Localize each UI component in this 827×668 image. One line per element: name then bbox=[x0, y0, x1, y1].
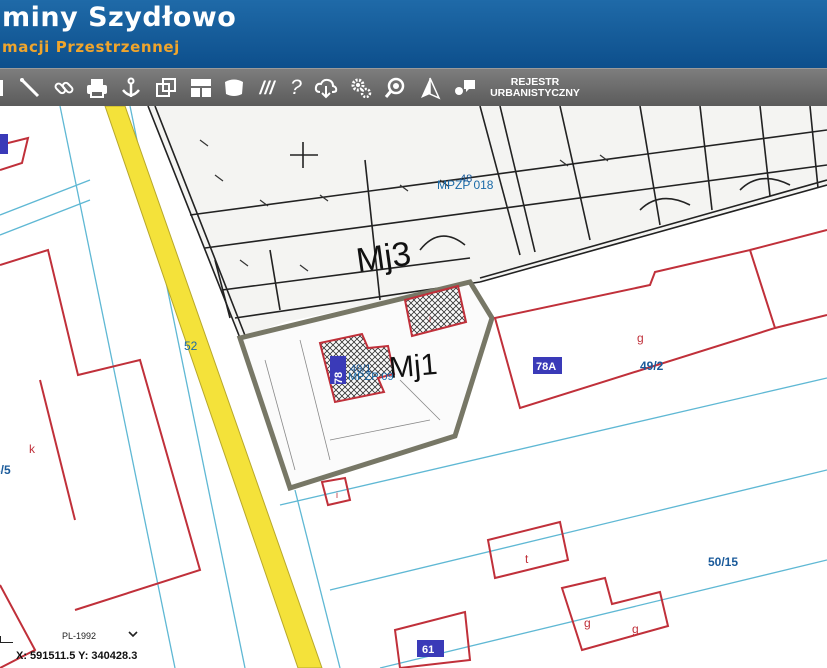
parcel-label-49-2: 49/2 bbox=[640, 359, 664, 373]
measure-line-icon[interactable] bbox=[16, 74, 44, 102]
building-code-k: k bbox=[29, 442, 36, 456]
print-icon[interactable] bbox=[83, 74, 111, 102]
coordinate-readout: X: 591511.5 Y: 340428.3 bbox=[16, 650, 138, 662]
zone-label-mj1: Mj1 bbox=[388, 348, 439, 385]
map-canvas[interactable]: Mj3 Mj1 MPZP 018 MPZP 09 48 52 49/2 50/1… bbox=[0, 106, 827, 668]
layout-icon[interactable] bbox=[187, 74, 215, 102]
cloud-download-icon[interactable] bbox=[312, 74, 340, 102]
settings-icon[interactable] bbox=[347, 74, 375, 102]
register-button[interactable]: REJESTR URBANISTYCZNY bbox=[487, 77, 583, 99]
shape-icon[interactable] bbox=[220, 74, 248, 102]
north-arrow-icon[interactable] bbox=[416, 74, 444, 102]
layers-icon[interactable] bbox=[152, 74, 180, 102]
parcel-label-3-5: 3/5 bbox=[0, 463, 11, 477]
road-number-label: 52 bbox=[184, 339, 198, 353]
building-number-61: 61 bbox=[422, 644, 434, 656]
anchor-icon[interactable] bbox=[117, 74, 145, 102]
building-code-g3: g bbox=[632, 622, 639, 636]
app-subtitle: macji Przestrzennej bbox=[2, 38, 180, 56]
building-number-78: 78 bbox=[333, 372, 345, 384]
info-icon[interactable] bbox=[451, 74, 479, 102]
link-icon[interactable] bbox=[50, 74, 78, 102]
hatch-icon[interactable]: /// bbox=[253, 74, 281, 102]
help-icon[interactable]: ? bbox=[282, 74, 310, 102]
building-number-78a: 78A bbox=[536, 361, 556, 373]
building-code-g1: g bbox=[637, 331, 644, 345]
app-header: miny Szydłowo macji Przestrzennej bbox=[0, 0, 827, 68]
scanned-plan-area bbox=[148, 106, 827, 338]
map-toolbar: /// ? REJESTR URBANISTYCZNY bbox=[0, 68, 827, 107]
coord-system-select[interactable]: PL-1992 bbox=[62, 631, 96, 641]
building-code-i: i bbox=[336, 490, 338, 500]
register-label-line2: URBANISTYCZNY bbox=[490, 87, 580, 99]
building-code-g2: g bbox=[584, 616, 591, 630]
parcel-label-50-15: 50/15 bbox=[708, 555, 738, 569]
badge-edge-bg bbox=[0, 134, 8, 154]
building-code-i2: i bbox=[429, 314, 431, 324]
parcel-label-49-1: 49/1 bbox=[350, 363, 371, 375]
map-svg: Mj3 Mj1 MPZP 018 MPZP 09 48 52 49/2 50/1… bbox=[0, 106, 827, 668]
zoom-search-icon[interactable] bbox=[381, 74, 409, 102]
parcel-label-48: 48 bbox=[460, 173, 472, 185]
zone-label-mj3: Mj3 bbox=[354, 235, 414, 280]
app-title: miny Szydłowo bbox=[2, 2, 237, 33]
chevron-down-icon[interactable] bbox=[128, 629, 138, 641]
building-code-t: t bbox=[525, 552, 529, 566]
scale-bar bbox=[0, 636, 13, 643]
